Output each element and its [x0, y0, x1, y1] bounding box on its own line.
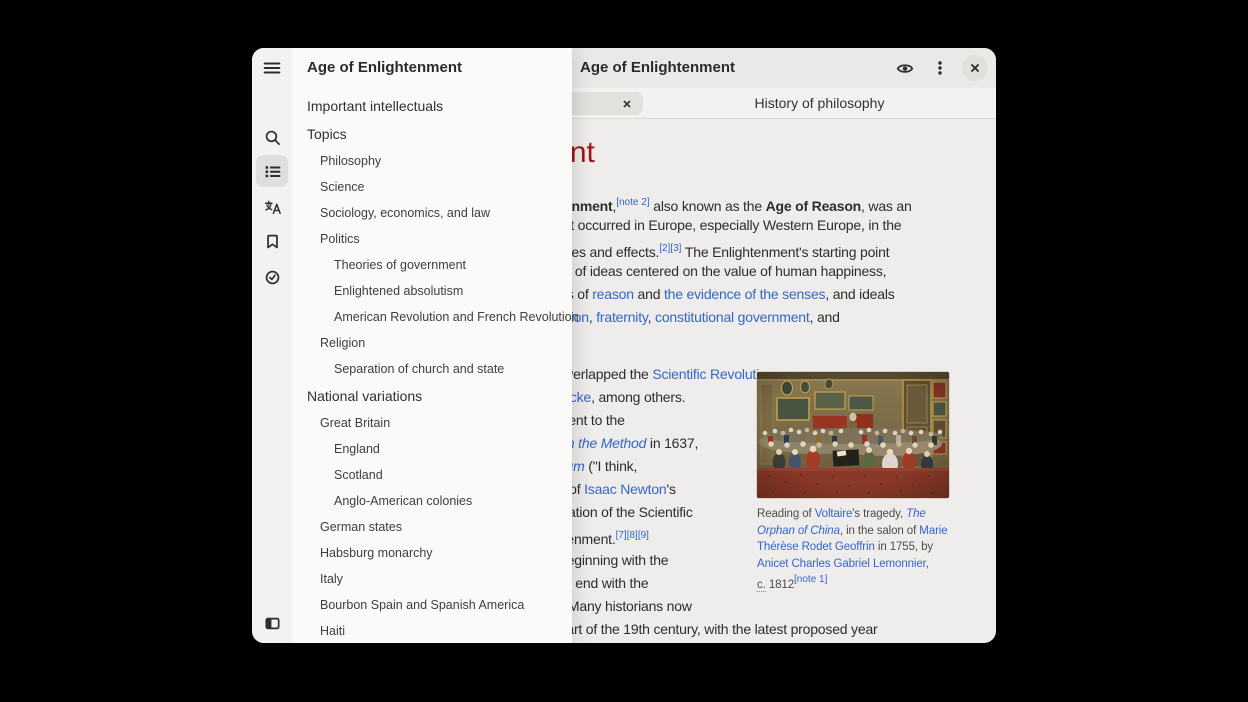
article-image-salon-painting[interactable]	[757, 372, 949, 498]
article-link[interactable]: Scientific Revolution	[652, 366, 774, 382]
article-link[interactable]: the evidence of the senses	[664, 286, 825, 302]
toc-item[interactable]: Topics	[292, 120, 572, 148]
article-link[interactable]: Voltaire	[815, 508, 853, 520]
text-segment: ("I think,	[585, 458, 638, 474]
text-line: Reading of Voltaire's tragedy, The	[757, 506, 967, 523]
toc-item[interactable]: Religion	[292, 330, 572, 356]
text-segment: 's	[667, 481, 676, 497]
bookmarks-button[interactable]	[256, 225, 288, 257]
article-link[interactable]: Marie	[919, 525, 947, 537]
text-segment: , and ideals	[825, 286, 894, 302]
article-link[interactable]: constitutional government	[655, 309, 810, 325]
article-link[interactable]: Isaac Newton	[584, 481, 666, 497]
app-window: Age of Enlightenment Hist	[252, 48, 996, 643]
window-title: Age of Enlightenment	[580, 48, 735, 88]
toc-item[interactable]: England	[292, 436, 572, 462]
toc-list-icon	[264, 163, 281, 180]
search-button[interactable]	[256, 121, 288, 153]
text-segment: Age of Reason	[766, 198, 861, 214]
text-segment: 's tragedy,	[852, 508, 906, 520]
toc-item[interactable]: Philosophy	[292, 148, 572, 174]
text-segment: ,	[926, 558, 929, 570]
toc-item[interactable]: Science	[292, 174, 572, 200]
main-menu-button[interactable]	[927, 55, 953, 81]
history-button[interactable]	[256, 261, 288, 293]
bookmark-icon	[264, 233, 281, 250]
close-icon	[621, 98, 633, 110]
text-segment: and	[634, 286, 664, 302]
text-segment: , among others.	[591, 389, 685, 405]
toc-item[interactable]: Scotland	[292, 462, 572, 488]
hamburger-menu-button[interactable]	[256, 52, 288, 84]
text-segment: also known as the	[650, 198, 766, 214]
history-clock-icon	[264, 269, 281, 286]
toc-item[interactable]: Italy	[292, 566, 572, 592]
reading-mode-button[interactable]	[892, 55, 918, 81]
language-icon	[264, 199, 281, 216]
close-icon	[968, 61, 982, 75]
article-link[interactable]: Thérèse Rodet Geoffrin	[757, 541, 875, 553]
toc-item[interactable]: Haiti	[292, 618, 572, 643]
text-segment: , was an	[861, 198, 912, 214]
toc-panel: Age of Enlightenment Important intellect…	[292, 48, 572, 643]
toc-panel-title: Age of Enlightenment	[307, 48, 462, 88]
text-line: Thérèse Rodet Geoffrin in 1755, by	[757, 539, 967, 556]
toc-button[interactable]	[256, 155, 288, 187]
toc-item[interactable]: Important intellectuals	[292, 92, 572, 120]
toc-item[interactable]: Anglo-American colonies	[292, 488, 572, 514]
toc-item[interactable]: American Revolution and French Revolutio…	[292, 304, 572, 330]
icon-rail	[252, 48, 292, 643]
toc-item[interactable]: Great Britain	[292, 410, 572, 436]
search-icon	[264, 129, 281, 146]
text-segment: , in the salon of	[840, 525, 919, 537]
image-caption: Reading of Voltaire's tragedy, TheOrphan…	[757, 506, 967, 589]
text-segment: Reading of	[757, 508, 815, 520]
toc-list: Important intellectualsTopicsPhilosophyS…	[292, 92, 572, 643]
tab-history-of-philosophy[interactable]: History of philosophy	[643, 88, 996, 118]
text-segment: , and	[810, 309, 840, 325]
toc-item[interactable]: German states	[292, 514, 572, 540]
text-segment: in 1755, by	[875, 541, 933, 553]
text-segment: The Enlightenment's starting point	[681, 244, 889, 260]
article-link[interactable]: [7][8][9]	[616, 530, 649, 541]
text-line: Anicet Charles Gabriel Lemonnier,	[757, 556, 967, 573]
toc-item[interactable]: Theories of government	[292, 252, 572, 278]
salon-painting-illustration	[757, 372, 949, 498]
hamburger-icon	[263, 59, 281, 77]
toc-item[interactable]: Enlightened absolutism	[292, 278, 572, 304]
article-link[interactable]: reason	[592, 286, 634, 302]
article-link[interactable]: Anicet Charles Gabriel Lemonnier	[757, 558, 926, 570]
toc-item[interactable]: Bourbon Spain and Spanish America	[292, 592, 572, 618]
text-line: Orphan of China, in the salon of Marie	[757, 523, 967, 540]
tab-close-button[interactable]	[618, 95, 635, 112]
languages-button[interactable]	[256, 191, 288, 223]
text-segment: in 1637,	[646, 435, 698, 451]
text-line: c. 1812[note 1]	[757, 572, 967, 589]
article-link[interactable]: [note 1]	[794, 574, 827, 585]
eye-icon	[896, 59, 914, 77]
article-link[interactable]: The	[906, 508, 926, 520]
article-link[interactable]: fraternity	[596, 309, 647, 325]
toc-item[interactable]: National variations	[292, 382, 572, 410]
toc-item[interactable]: Sociology, economics, and law	[292, 200, 572, 226]
toc-item[interactable]: Separation of church and state	[292, 356, 572, 382]
text-segment: c.	[757, 579, 766, 592]
toc-item[interactable]: Politics	[292, 226, 572, 252]
kebab-menu-icon	[932, 60, 948, 76]
article-link[interactable]: Orphan of China	[757, 525, 840, 537]
sidebar-toggle-button[interactable]	[256, 607, 288, 639]
toc-item[interactable]: Habsburg monarchy	[292, 540, 572, 566]
article-link[interactable]: [2][3]	[659, 243, 681, 254]
text-segment: ,	[648, 309, 655, 325]
close-window-button[interactable]	[962, 55, 988, 81]
article-link[interactable]: [note 2]	[616, 197, 649, 208]
sidebar-toggle-icon	[264, 615, 281, 632]
text-segment: 1812	[766, 579, 794, 591]
